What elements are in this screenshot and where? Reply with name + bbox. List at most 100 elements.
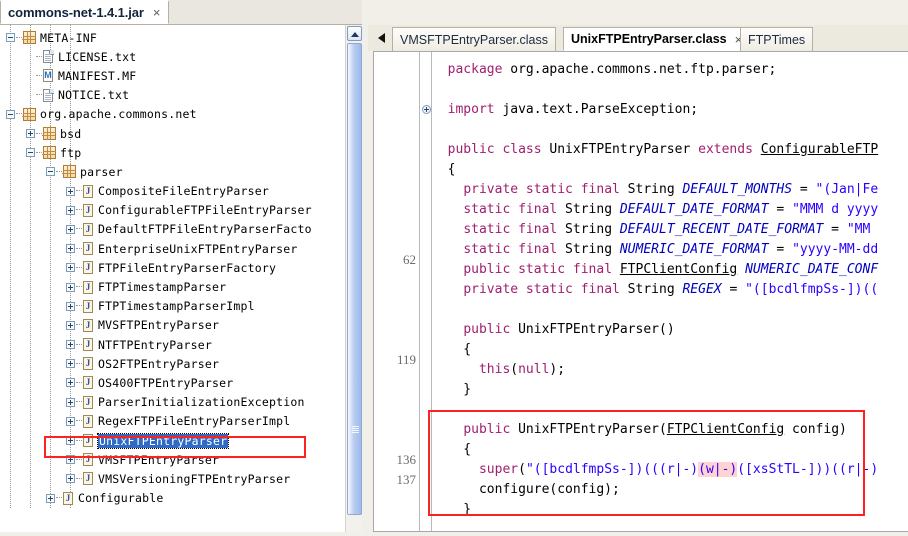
scroll-up-button[interactable]	[347, 26, 362, 41]
expand-icon[interactable]	[66, 244, 75, 254]
expand-icon[interactable]	[66, 474, 75, 484]
manifest-icon: M	[43, 69, 53, 83]
tree-connector	[76, 266, 82, 269]
collapse-icon[interactable]	[6, 109, 15, 119]
previous-tab-arrow-icon[interactable]	[373, 29, 389, 47]
tree-item-label: ParserInitializationException	[98, 395, 305, 410]
expand-icon[interactable]	[66, 301, 75, 311]
expand-icon[interactable]	[26, 129, 35, 139]
expand-icon[interactable]	[66, 263, 75, 273]
tree-item[interactable]: M MANIFEST.MF	[0, 66, 345, 85]
code-token: import	[447, 102, 495, 117]
expand-icon[interactable]	[66, 397, 75, 407]
expand-icon[interactable]	[66, 416, 75, 426]
code-token: String	[557, 222, 620, 237]
expand-icon[interactable]	[66, 378, 75, 388]
close-icon[interactable]: ×	[153, 6, 161, 19]
tree-item[interactable]: J CompositeFileEntryParser	[0, 182, 345, 201]
tree-item[interactable]: J MVSFTPEntryParser	[0, 316, 345, 335]
collapse-icon[interactable]	[26, 148, 35, 158]
expand-icon[interactable]	[66, 436, 75, 446]
code-token: public class	[447, 142, 542, 157]
expand-icon[interactable]	[66, 359, 75, 369]
expand-icon[interactable]	[66, 205, 75, 215]
code-token: DEFAULT_RECENT_DATE_FORMAT	[619, 222, 824, 237]
java-icon: J	[83, 338, 94, 352]
jar-tab-bar: commons-net-1.4.1.jar ×	[0, 0, 368, 25]
code-token: =	[768, 242, 793, 257]
code-token: FTPClientConfig	[619, 262, 738, 277]
tree-item[interactable]: J FTPTimestampParser	[0, 277, 345, 296]
tree-connector	[76, 458, 82, 461]
jar-explorer-panel: commons-net-1.4.1.jar × META-INF LICENSE.…	[0, 0, 368, 536]
fold-gutter[interactable]	[420, 52, 432, 531]
jar-tree[interactable]: META-INF LICENSE.txt M MANIFEST.MF NOTICE.tx…	[0, 25, 345, 536]
expand-icon[interactable]	[66, 186, 75, 196]
tree-item-label: FTPTimestampParserImpl	[98, 299, 255, 314]
tree-item[interactable]: J VMSFTPEntryParser	[0, 450, 345, 469]
editor-tab-unixftpentryparser[interactable]: UnixFTPEntryParser.class ×	[563, 27, 751, 51]
tree-item[interactable]: J Configurable	[0, 489, 345, 508]
code-view[interactable]: 62 119 136 137 package org.apache.common…	[373, 51, 908, 532]
expand-icon[interactable]	[46, 493, 55, 503]
tree-item[interactable]: META-INF	[0, 28, 345, 47]
tree-item[interactable]: J EnterpriseUnixFTPEntryParser	[0, 239, 345, 258]
code-token: "([bcdlfmpSs-])((	[745, 282, 879, 297]
code-line: {	[432, 160, 456, 180]
tree-item[interactable]: parser	[0, 162, 345, 181]
java-icon: J	[83, 357, 94, 371]
tree-item[interactable]: org.apache.commons.net	[0, 105, 345, 124]
editor-tab-ftptimestampparser[interactable]: FTPTimes	[740, 27, 814, 51]
tree-item[interactable]: LICENSE.txt	[0, 47, 345, 66]
tree-item[interactable]: bsd	[0, 124, 345, 143]
tree-item[interactable]: J ConfigurableFTPFileEntryParser	[0, 201, 345, 220]
expand-icon[interactable]	[66, 282, 75, 292]
tree-item[interactable]: J NTFTPEntryParser	[0, 335, 345, 354]
code-line: private static final String REGEX = "([b…	[432, 280, 878, 300]
editor-tab-vmsftpentryparser[interactable]: VMSFTPEntryParser.class	[392, 27, 556, 51]
code-line: {	[432, 440, 471, 460]
collapse-icon[interactable]	[6, 33, 15, 43]
window-bottom-edge	[0, 532, 908, 536]
tree-item[interactable]: J UnixFTPEntryParser	[0, 431, 345, 450]
tree-item[interactable]: J FTPFileEntryParserFactory	[0, 258, 345, 277]
jar-tab[interactable]: commons-net-1.4.1.jar ×	[0, 0, 169, 24]
code-token: );	[549, 362, 566, 377]
code-token: "([bcdlfmpSs-])(((r|-)	[525, 462, 699, 477]
tree-item[interactable]: J FTPTimestampParserImpl	[0, 297, 345, 316]
code-token: super	[478, 462, 519, 477]
tree-item[interactable]: NOTICE.txt	[0, 86, 345, 105]
tree-item[interactable]: J VMSVersioningFTPEntryParser	[0, 469, 345, 488]
code-token: String	[557, 202, 620, 217]
fold-toggle-icon[interactable]	[422, 105, 431, 114]
java-icon: J	[83, 280, 94, 294]
tree-item[interactable]: J RegexFTPFileEntryParserImpl	[0, 412, 345, 431]
tree-item[interactable]: ftp	[0, 143, 345, 162]
tree-item[interactable]: J OS400FTPEntryParser	[0, 373, 345, 392]
tree-item-label: MVSFTPEntryParser	[98, 318, 220, 333]
tree-item[interactable]: J ParserInitializationException	[0, 393, 345, 412]
expand-icon[interactable]	[66, 455, 75, 465]
java-icon: J	[83, 299, 94, 313]
expand-icon[interactable]	[66, 224, 75, 234]
tree-item[interactable]: J DefaultFTPFileEntryParserFacto	[0, 220, 345, 239]
expand-icon[interactable]	[66, 340, 75, 350]
tree-item-label: DefaultFTPFileEntryParserFacto	[98, 222, 312, 237]
code-token: =	[792, 182, 816, 197]
tree-scrollbar[interactable]	[345, 25, 363, 536]
line-number: 119	[396, 352, 416, 367]
tree-item[interactable]: J OS2FTPEntryParser	[0, 354, 345, 373]
tree-item-label: Configurable	[78, 491, 164, 506]
editor-tab-label: UnixFTPEntryParser.class	[571, 32, 727, 46]
java-icon: J	[83, 203, 94, 217]
expand-icon[interactable]	[66, 320, 75, 330]
chevron-up-icon	[351, 32, 359, 37]
tree-connector	[76, 247, 82, 250]
code-token: ConfigurableFTP	[760, 142, 879, 157]
scroll-thumb[interactable]	[347, 43, 362, 515]
tree-item-label: FTPFileEntryParserFactory	[98, 260, 277, 275]
code-token: }	[432, 502, 472, 517]
collapse-icon[interactable]	[46, 167, 55, 177]
